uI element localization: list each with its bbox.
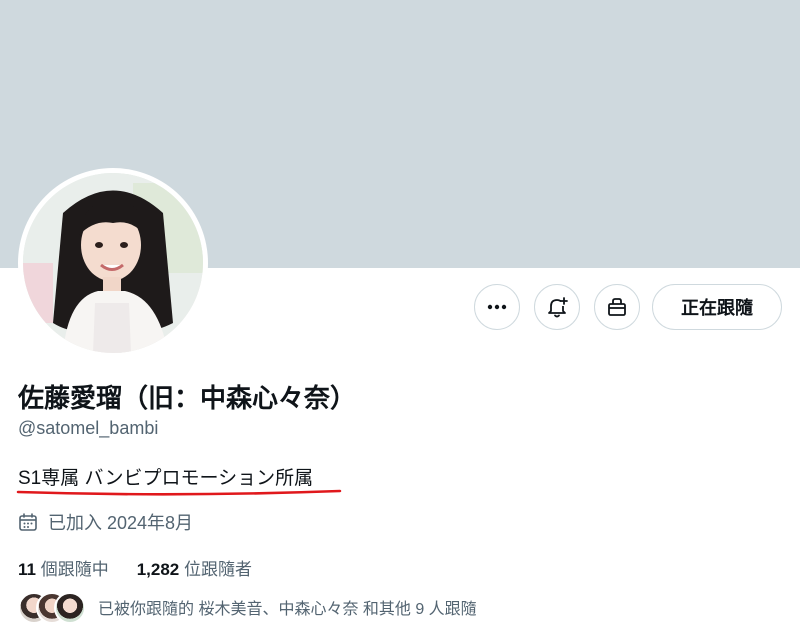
mutual-avatars (18, 592, 86, 624)
following-count: 11 (18, 560, 36, 579)
avatar (54, 592, 86, 624)
followed-by-text: 已被你跟隨的 桜木美音、中森心々奈 和其他 9 人跟隨 (98, 601, 477, 618)
more-button[interactable] (474, 284, 520, 330)
followers-label: 位跟隨者 (184, 560, 252, 579)
profile-actions: 正在跟隨 (0, 284, 800, 334)
calendar-icon (18, 512, 38, 532)
bell-plus-icon (548, 297, 568, 318)
joined-text: 已加入 2024年8月 (48, 513, 194, 533)
followers-stat[interactable]: 1,282 位跟隨者 (137, 555, 252, 580)
notify-button[interactable] (534, 284, 580, 330)
more-horizontal-icon (487, 304, 507, 310)
subscribe-button[interactable] (594, 284, 640, 330)
gift-icon (608, 298, 626, 316)
display-name: 佐藤愛瑠（旧：中森心々奈） (18, 383, 357, 413)
following-label: 個跟隨中 (40, 560, 109, 579)
follow-stats: 11 個跟隨中 1,282 位跟隨者 (18, 555, 280, 580)
joined-date: 已加入 2024年8月 (18, 510, 193, 534)
followers-you-know[interactable]: 已被你跟隨的 桜木美音、中森心々奈 和其他 9 人跟隨 (18, 592, 477, 624)
user-handle: @satomel_bambi (18, 418, 159, 438)
followers-count: 1,282 (136, 560, 180, 579)
profile-bio: S1専属 バンビプロモーション所属 (18, 468, 314, 489)
following-button[interactable]: 正在跟隨 (652, 284, 782, 330)
following-stat[interactable]: 11 個跟隨中 (18, 555, 109, 580)
bio-highlight-underline (16, 489, 342, 496)
